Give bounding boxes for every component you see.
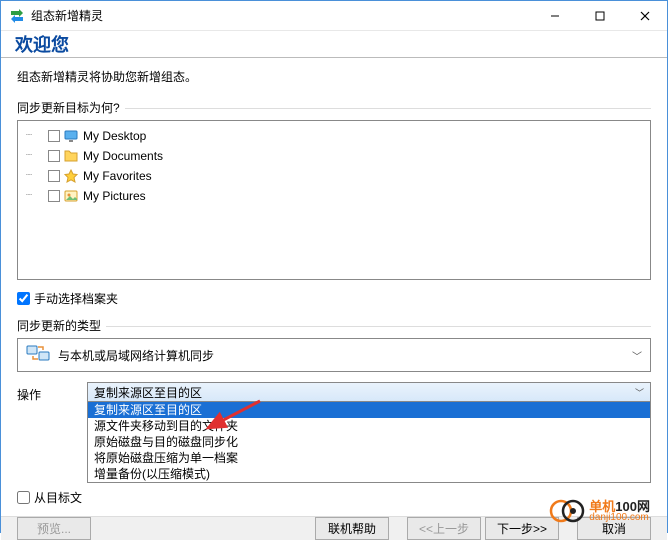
sync-computers-icon <box>26 345 50 365</box>
dropdown-option[interactable]: 源文件夹移动到目的文件夹 <box>88 418 650 434</box>
manual-select-label: 手动选择档案夹 <box>34 290 118 307</box>
manual-select-checkbox[interactable] <box>17 292 30 305</box>
sync-type-text: 与本机或局域网络计算机同步 <box>58 347 632 364</box>
tree-checkbox[interactable] <box>48 190 60 202</box>
operation-dropdown[interactable]: 复制来源区至目的区 ﹀ <box>87 382 651 402</box>
documents-icon <box>63 148 79 164</box>
app-icon <box>9 8 25 24</box>
minimize-button[interactable] <box>532 1 577 30</box>
tree-checkbox[interactable] <box>48 170 60 182</box>
prev-button[interactable]: <<上一步 <box>407 517 481 540</box>
chevron-down-icon: ﹀ <box>635 386 644 399</box>
tree-item-documents[interactable]: ┈ My Documents <box>26 147 642 165</box>
tree-item-desktop[interactable]: ┈ My Desktop <box>26 127 642 145</box>
tree-item-pictures[interactable]: ┈ My Pictures <box>26 187 642 205</box>
delete-from-target-checkbox[interactable] <box>17 491 30 504</box>
dropdown-option[interactable]: 增量备份(以压缩模式) <box>88 466 650 482</box>
operation-label: 操作 <box>17 382 87 403</box>
next-button[interactable]: 下一步>> <box>485 517 559 540</box>
header-welcome: 欢迎您 <box>15 31 69 57</box>
maximize-button[interactable] <box>577 1 622 30</box>
operation-dropdown-list: 复制来源区至目的区 源文件夹移动到目的文件夹 原始磁盘与目的磁盘同步化 将原始磁… <box>87 402 651 483</box>
titlebar: 组态新增精灵 <box>1 1 667 31</box>
dropdown-option[interactable]: 将原始磁盘压缩为单一档案 <box>88 450 650 466</box>
chevron-down-icon: ﹀ <box>632 348 642 363</box>
window-title: 组态新增精灵 <box>31 7 532 24</box>
desktop-icon <box>63 128 79 144</box>
help-button[interactable]: 联机帮助 <box>315 517 389 540</box>
sync-type-label: 同步更新的类型 <box>17 317 651 334</box>
star-icon <box>63 168 79 184</box>
pictures-icon <box>63 188 79 204</box>
tree-checkbox[interactable] <box>48 130 60 142</box>
targets-tree[interactable]: ┈ My Desktop ┈ My Documents ┈ My Favorit… <box>17 120 651 280</box>
tree-item-favorites[interactable]: ┈ My Favorites <box>26 167 642 185</box>
close-button[interactable] <box>622 1 667 30</box>
sync-type-selector[interactable]: 与本机或局域网络计算机同步 ﹀ <box>17 338 651 372</box>
dropdown-option[interactable]: 复制来源区至目的区 <box>88 402 650 418</box>
header: 欢迎您 <box>1 31 667 58</box>
cancel-button[interactable]: 取消 <box>577 517 651 540</box>
intro-text: 组态新增精灵将协助您新增组态。 <box>17 68 651 85</box>
tree-checkbox[interactable] <box>48 150 60 162</box>
delete-from-target-label: 从目标文 <box>34 489 82 506</box>
footer: 预览... 联机帮助 <<上一步 下一步>> 取消 <box>1 516 667 540</box>
preview-button[interactable]: 预览... <box>17 517 91 540</box>
targets-label: 同步更新目标为何? <box>17 99 651 116</box>
dropdown-option[interactable]: 原始磁盘与目的磁盘同步化 <box>88 434 650 450</box>
